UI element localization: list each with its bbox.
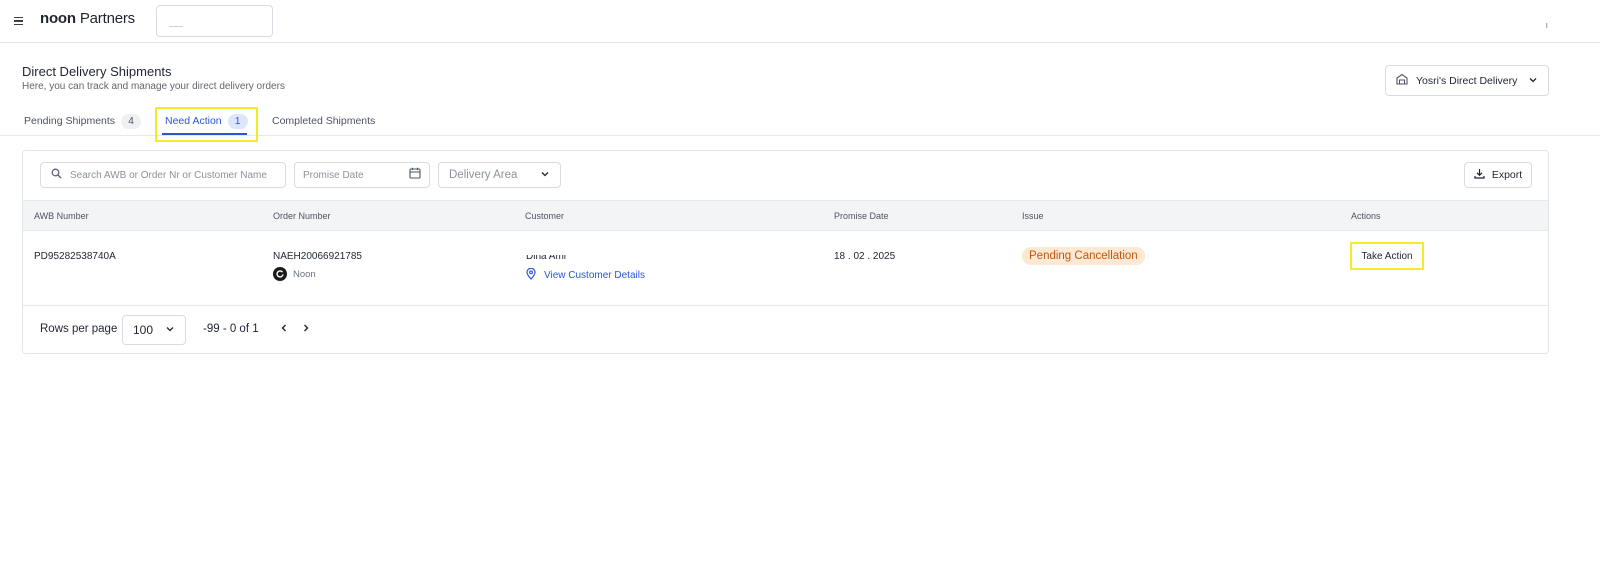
promise-date-placeholder: Promise Date <box>303 169 364 181</box>
top-bar: noon Partners ı <box>0 0 1600 43</box>
tab-label: Need Action <box>165 115 222 127</box>
store-selector[interactable] <box>156 5 273 37</box>
search-icon <box>51 166 62 184</box>
awb-number: PD95282538740A <box>34 251 116 262</box>
page-subtitle: Here, you can track and manage your dire… <box>22 81 285 92</box>
column-header-actions: Actions <box>1351 211 1381 221</box>
tab-completed-shipments[interactable]: Completed Shipments <box>272 112 375 130</box>
customer-name: Dina Amr <box>526 251 568 262</box>
promise-date: 18 . 02 . 2025 <box>834 251 896 262</box>
column-header-issue[interactable]: Issue <box>1022 211 1044 221</box>
download-icon <box>1474 168 1485 182</box>
header-mark: ı <box>1545 20 1548 30</box>
warehouse-icon <box>1396 72 1408 90</box>
delivery-account-dropdown[interactable]: Yosri's Direct Delivery <box>1385 65 1549 96</box>
chevron-down-icon <box>540 166 550 184</box>
menu-icon[interactable] <box>14 14 26 28</box>
column-header-promise-date[interactable]: Promise Date <box>834 211 889 221</box>
tab-count-badge: 4 <box>121 113 142 129</box>
export-label: Export <box>1491 169 1523 181</box>
column-header-order-number[interactable]: Order Number <box>273 211 331 221</box>
table-header: AWB Number Order Number Customer Promise… <box>23 200 1548 231</box>
tab-need-action[interactable]: Need Action 1 <box>165 112 248 130</box>
tab-count-badge: 1 <box>227 113 248 129</box>
next-page-button[interactable] <box>299 322 313 336</box>
view-customer-details-link[interactable]: View Customer Details <box>526 267 645 283</box>
take-action-button[interactable]: Take Action <box>1350 242 1424 270</box>
column-header-awb[interactable]: AWB Number <box>34 211 89 221</box>
tabs-divider <box>0 135 1600 136</box>
chevron-left-icon <box>279 320 289 338</box>
column-header-customer[interactable]: Customer <box>525 211 564 221</box>
tab-label: Pending Shipments <box>24 115 116 127</box>
noon-partners-logo[interactable]: noon Partners <box>40 10 135 30</box>
export-button[interactable]: Export <box>1464 162 1532 188</box>
search-input[interactable] <box>70 169 270 181</box>
noon-logo-icon <box>273 267 287 281</box>
shipments-card: Promise Date Delivery Area Export AWB Nu… <box>22 150 1549 354</box>
tab-label: Completed Shipments <box>272 115 376 127</box>
rows-per-page-label: Rows per page <box>40 323 118 335</box>
page-title: Direct Delivery Shipments <box>22 64 172 79</box>
table-row: PD95282538740A NAEH20066921785 Noon Dina… <box>23 231 1548 306</box>
tab-pending-shipments[interactable]: Pending Shipments 4 <box>24 112 142 130</box>
rows-per-page-select[interactable]: 100 <box>122 315 186 345</box>
pagination-range: -99 - 0 of 1 <box>203 323 259 335</box>
delivery-account-label: Yosri's Direct Delivery <box>1416 74 1518 87</box>
marketplace-badge: Noon <box>273 267 316 281</box>
location-pin-icon <box>526 267 536 283</box>
rows-per-page-value: 100 <box>133 323 154 337</box>
delivery-area-select[interactable]: Delivery Area <box>438 162 561 188</box>
chevron-right-icon <box>301 320 311 338</box>
marketplace-name: Noon <box>293 268 316 280</box>
delivery-area-placeholder: Delivery Area <box>449 169 518 181</box>
promise-date-picker[interactable]: Promise Date <box>294 162 430 188</box>
order-number: NAEH20066921785 <box>273 251 362 262</box>
search-field[interactable] <box>40 162 286 188</box>
chevron-down-icon <box>165 321 175 339</box>
issue-status-badge: Pending Cancellation <box>1022 247 1145 265</box>
chevron-down-icon <box>1528 72 1538 90</box>
calendar-icon <box>409 166 421 184</box>
previous-page-button[interactable] <box>277 322 291 336</box>
view-customer-details-label: View Customer Details <box>544 270 645 281</box>
